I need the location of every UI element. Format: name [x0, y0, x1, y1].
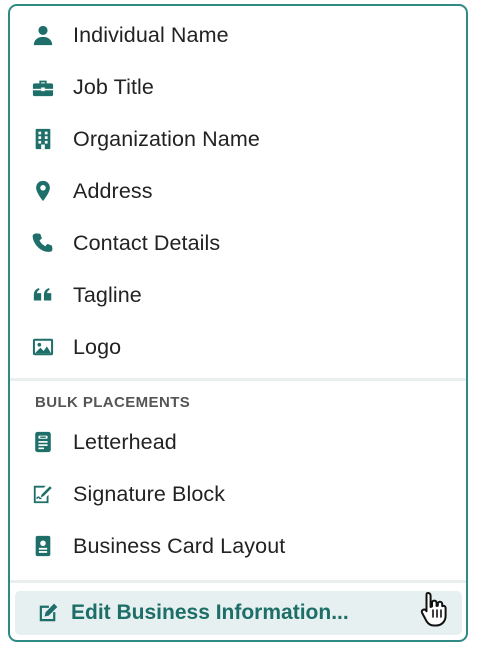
menu-item-label: Job Title — [73, 74, 154, 99]
menu-item-label: Organization Name — [73, 126, 260, 151]
signature-icon — [32, 483, 54, 505]
id-card-icon — [32, 535, 54, 557]
briefcase-icon — [32, 76, 54, 98]
menu-item-label: Contact Details — [73, 230, 221, 255]
menu-divider — [10, 378, 466, 381]
map-pin-icon — [32, 180, 54, 202]
edit-icon — [37, 602, 59, 624]
edit-business-information-button[interactable]: Edit Business Information... — [15, 591, 462, 635]
menu-item-tagline[interactable]: Tagline — [10, 272, 466, 318]
menu-item-signature-block[interactable]: Signature Block — [10, 471, 466, 517]
menu-item-address[interactable]: Address — [10, 168, 466, 214]
person-icon — [32, 24, 54, 46]
menu-item-label: Logo — [73, 334, 122, 359]
menu-item-label: Business Card Layout — [73, 533, 286, 558]
section-header-bulk-placements: BULK PLACEMENTS — [35, 394, 191, 411]
menu-item-organization-name[interactable]: Organization Name — [10, 116, 466, 162]
quote-icon — [32, 284, 54, 306]
menu-item-label: Address — [73, 178, 153, 203]
menu-item-label: Tagline — [73, 282, 142, 307]
menu-item-job-title[interactable]: Job Title — [10, 64, 466, 110]
menu-item-label: Individual Name — [73, 22, 229, 47]
phone-icon — [32, 232, 54, 254]
menu-divider — [10, 580, 466, 583]
building-icon — [32, 128, 54, 150]
insert-field-menu: Individual Name Job Title Organization N… — [8, 4, 468, 642]
letterhead-icon — [32, 431, 54, 453]
menu-item-business-card-layout[interactable]: Business Card Layout — [10, 523, 466, 569]
menu-item-individual-name[interactable]: Individual Name — [10, 12, 466, 58]
menu-item-letterhead[interactable]: Letterhead — [10, 419, 466, 465]
menu-item-contact-details[interactable]: Contact Details — [10, 220, 466, 266]
menu-item-logo[interactable]: Logo — [10, 324, 466, 370]
menu-item-label: Letterhead — [73, 429, 177, 454]
menu-item-label: Signature Block — [73, 481, 226, 506]
edit-business-information-label: Edit Business Information... — [71, 601, 349, 624]
image-icon — [32, 336, 54, 358]
